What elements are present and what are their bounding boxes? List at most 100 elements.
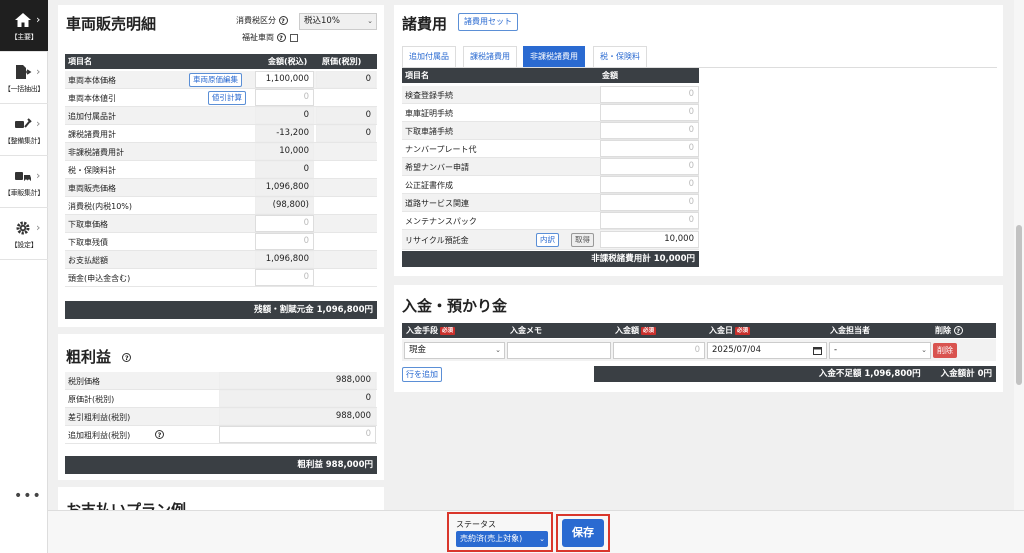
- chevron-right-icon: ›: [36, 65, 41, 78]
- value: 0: [219, 390, 376, 407]
- sidebar-item-label: 【一括抽出】: [3, 85, 45, 93]
- page-scrollbar[interactable]: [1014, 0, 1024, 510]
- payment-staff-select[interactable]: - ⌄: [829, 342, 931, 359]
- sidebar-item-bulk-export[interactable]: › 【一括抽出】: [0, 52, 48, 104]
- amount-value: 10,000: [255, 143, 314, 160]
- recycle-deposit-input[interactable]: 10,000: [600, 231, 699, 248]
- welfare-wrap: 福祉車両 ?: [242, 32, 299, 43]
- table-row: 車両本体値引 値引計算 0: [65, 89, 377, 107]
- cost-value: 0: [316, 125, 376, 142]
- scrollbar-thumb[interactable]: [1016, 225, 1022, 385]
- sidebar-item-main[interactable]: › 【主要】: [0, 0, 48, 52]
- gross-profit-bar: 粗利益 988,000円: [65, 456, 377, 474]
- amount-value: -13,200: [255, 125, 314, 142]
- help-icon[interactable]: ?: [278, 16, 288, 25]
- row-label: 差引粗利益(税別): [68, 413, 131, 422]
- more-icon[interactable]: •••: [14, 488, 42, 504]
- sidebar-item-maintenance[interactable]: › 【整備集計】: [0, 104, 48, 156]
- edit-vehicle-cost-button[interactable]: 車両原価編集: [189, 73, 242, 87]
- breakdown-button[interactable]: 内訳: [536, 233, 559, 247]
- sidebar-item-settings[interactable]: › 【設定】: [0, 208, 48, 260]
- value: 988,000: [219, 372, 376, 389]
- save-button[interactable]: 保存: [562, 519, 604, 547]
- fetch-button[interactable]: 取得: [571, 233, 594, 247]
- remaining-balance-bar: 残額・割賦元金 1,096,800円: [65, 301, 377, 319]
- sidebar: › 【主要】 › 【一括抽出】 › 【整備集計】 › 【車販集計】 › 【設定】…: [0, 0, 48, 553]
- table-row: 下取車残債 0: [65, 233, 377, 251]
- payment-summary-bar: 入金不足額 1,096,800円 入金額計 0円: [594, 366, 996, 382]
- table-row: 下取車価格 0: [65, 215, 377, 233]
- trade-in-debt-input[interactable]: 0: [255, 233, 314, 250]
- table-row: 税別価格 988,000: [65, 372, 377, 390]
- row-label: 車両販売価格: [68, 184, 116, 193]
- welfare-vehicle-checkbox[interactable]: [290, 33, 299, 42]
- gear-icon: [16, 221, 30, 235]
- additional-profit-input[interactable]: 0: [219, 426, 376, 443]
- col-header-date-text: 入金日: [709, 326, 733, 335]
- table-row: 公正証書作成 0: [402, 176, 699, 194]
- chevron-right-icon: ›: [36, 169, 41, 182]
- tax-category-select[interactable]: 税込10% ⌄: [299, 13, 377, 30]
- trade-in-price-input[interactable]: 0: [255, 215, 314, 232]
- help-icon[interactable]: ?: [122, 353, 132, 362]
- fee-input[interactable]: 0: [600, 140, 699, 157]
- tab-accessories[interactable]: 追加付属品: [402, 46, 456, 68]
- amount-input[interactable]: 0: [255, 89, 314, 106]
- down-payment-input[interactable]: 0: [255, 269, 314, 286]
- cost-input[interactable]: 0: [316, 71, 376, 88]
- status-select[interactable]: 売約済(売上対象) ⌄: [456, 531, 548, 547]
- bottom-action-bar: ステータス 売約済(売上対象) ⌄ 保存: [48, 510, 1024, 553]
- row-label: 追加粗利益(税別): [68, 431, 131, 440]
- table-row: 下取車諸手続 0: [402, 122, 699, 140]
- amount-value: (98,800): [255, 197, 314, 214]
- nontaxable-total-bar: 非課税諸費用計 10,000円: [402, 251, 699, 267]
- file-export-icon: [16, 65, 32, 79]
- tax-label-wrap: 消費税区分 ?: [236, 15, 288, 26]
- add-row-button[interactable]: 行を追加: [402, 367, 442, 382]
- sidebar-item-car-sales[interactable]: › 【車販集計】: [0, 156, 48, 208]
- calendar-icon[interactable]: [813, 346, 822, 355]
- fee-input[interactable]: 0: [600, 194, 699, 211]
- row-label: 道路サービス関連: [405, 199, 469, 208]
- payment-plan-card: お支払いプラン例: [58, 487, 384, 510]
- row-label: お支払総額: [68, 256, 108, 265]
- row-label: 車庫証明手続: [405, 109, 453, 118]
- help-icon[interactable]: ?: [155, 430, 164, 439]
- fee-input[interactable]: 0: [600, 176, 699, 193]
- amount-input[interactable]: 1,100,000: [255, 71, 314, 88]
- fee-input[interactable]: 0: [600, 212, 699, 229]
- tax-category-value: 税込10%: [304, 16, 340, 26]
- delete-payment-button[interactable]: 削除: [933, 343, 957, 358]
- fee-input[interactable]: 0: [600, 86, 699, 103]
- row-label: 車両本体値引: [68, 94, 116, 103]
- col-header-date: 入金日 必須: [709, 323, 751, 338]
- col-header-amount: 入金額 必須: [615, 323, 657, 338]
- payment-method-select[interactable]: 現金 ⌄: [404, 342, 505, 359]
- col-header-method-text: 入金手段: [406, 326, 438, 335]
- row-label: 下取車諸手続: [405, 127, 453, 136]
- tab-nontaxable-fees[interactable]: 非課税諸費用: [523, 46, 585, 68]
- chevron-down-icon: ⌄: [921, 346, 927, 354]
- fee-input[interactable]: 0: [600, 158, 699, 175]
- help-icon[interactable]: ?: [953, 326, 963, 335]
- col-header-item: 項目名: [405, 71, 429, 80]
- tab-tax-insurance[interactable]: 税・保険料: [593, 46, 647, 68]
- col-header-delete: 削除 ?: [935, 323, 963, 338]
- tab-taxable-fees[interactable]: 課税諸費用: [463, 46, 517, 68]
- fees-set-button[interactable]: 諸費用セット: [458, 13, 518, 31]
- payment-memo-input[interactable]: [507, 342, 611, 359]
- sidebar-item-label: 【車販集計】: [3, 189, 45, 197]
- row-label: ナンバープレート代: [405, 145, 477, 154]
- gross-profit-card: 粗利益 ? 税別価格 988,000 原価計(税別) 0 差引粗利益(税別) 9…: [58, 334, 384, 480]
- payment-amount-input[interactable]: 0: [613, 342, 705, 359]
- amount-value: 1,096,800: [255, 251, 314, 268]
- table-row: 車両本体価格 車両原価編集 1,100,000 0: [65, 71, 377, 89]
- help-icon[interactable]: ?: [276, 33, 286, 42]
- table-row: 原価計(税別) 0: [65, 390, 377, 408]
- payment-date-input[interactable]: 2025/07/04: [707, 342, 827, 359]
- fee-input[interactable]: 0: [600, 104, 699, 121]
- fee-input[interactable]: 0: [600, 122, 699, 139]
- tax-category-label: 消費税区分: [236, 16, 276, 25]
- welfare-vehicle-label: 福祉車両: [242, 33, 274, 42]
- discount-calc-button[interactable]: 値引計算: [208, 91, 246, 105]
